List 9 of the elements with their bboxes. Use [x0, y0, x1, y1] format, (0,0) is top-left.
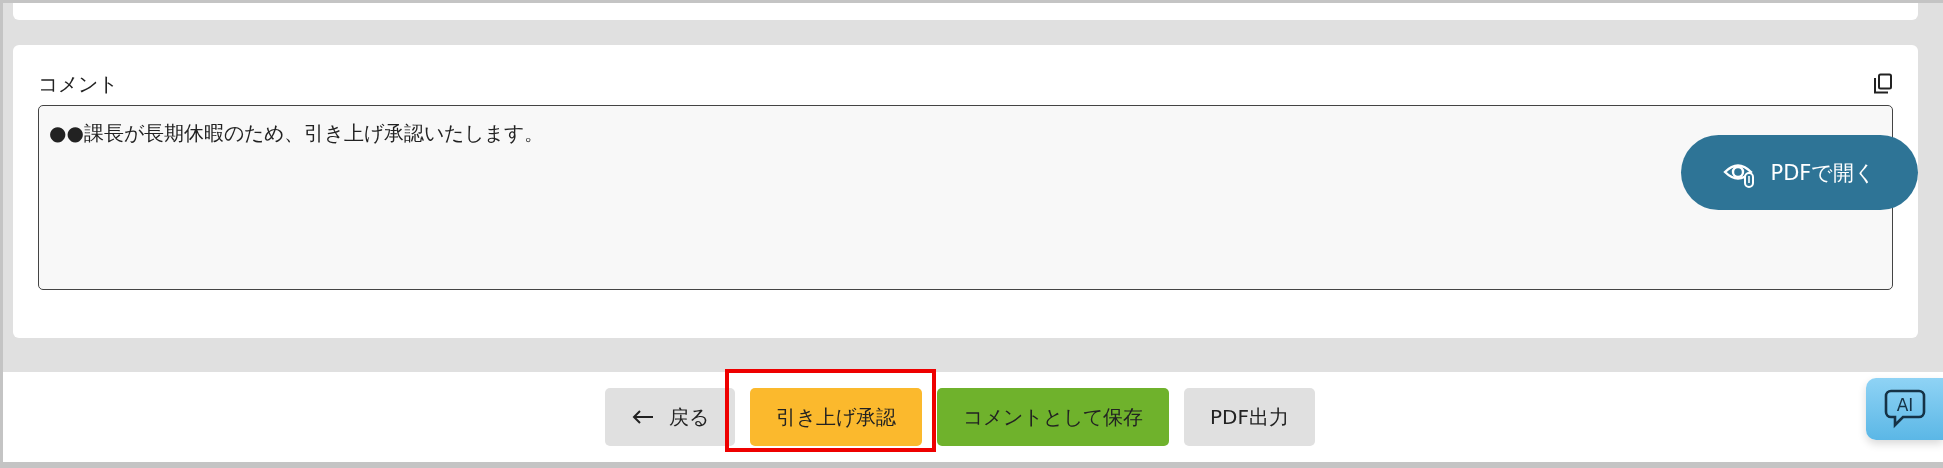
back-button[interactable]: 戻る [605, 388, 735, 446]
approve-button[interactable]: 引き上げ承認 [750, 388, 922, 446]
pdf-open-button[interactable]: PDFで開く [1681, 135, 1918, 210]
left-arrow-icon [631, 409, 655, 425]
pdf-export-button[interactable]: PDF出力 [1184, 388, 1315, 446]
comment-label: コメント [38, 70, 118, 98]
ai-chat-button[interactable]: AI [1866, 378, 1943, 440]
copy-icon[interactable] [1873, 73, 1893, 95]
save-comment-button[interactable]: コメントとして保存 [937, 388, 1169, 446]
